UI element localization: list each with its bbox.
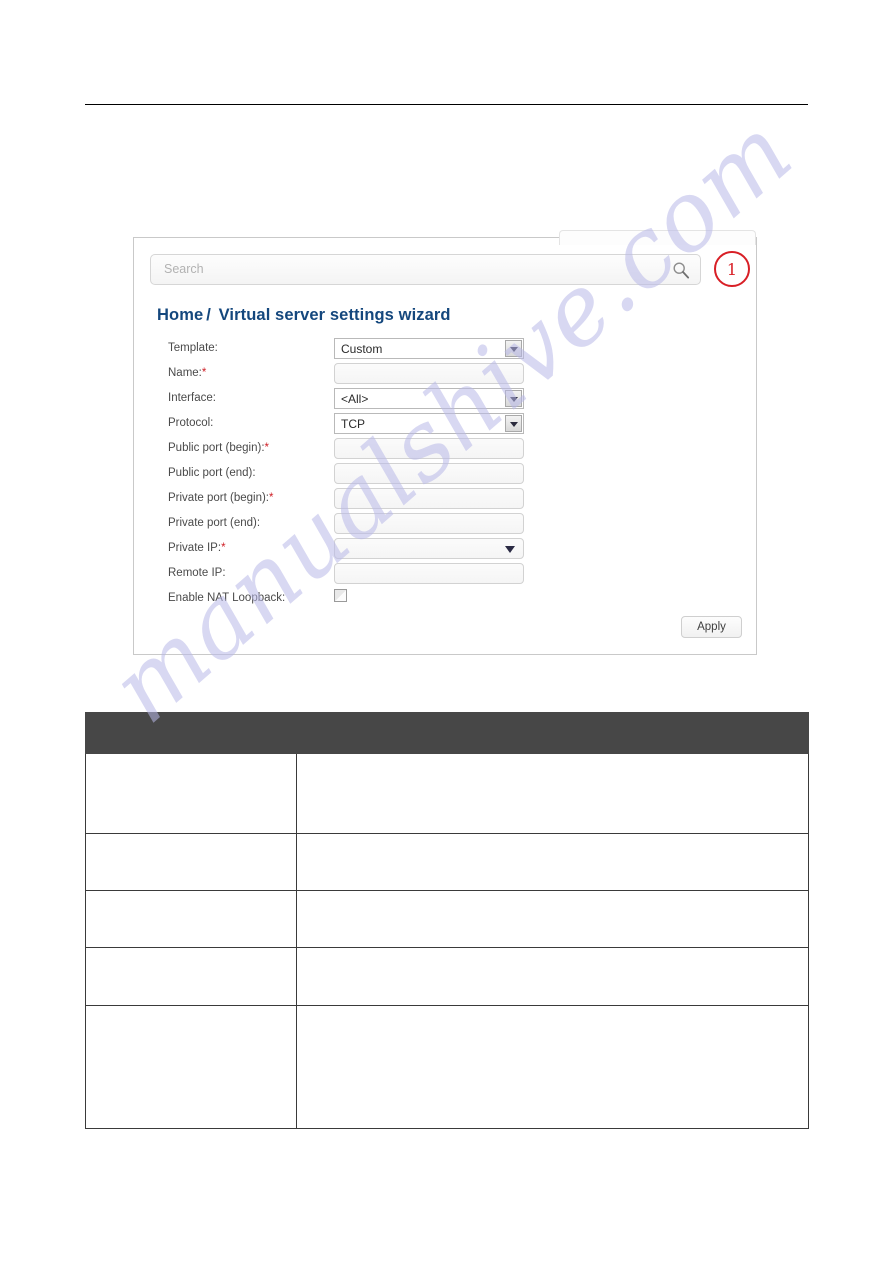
table-row: [85, 753, 809, 834]
partial-tab-above-search: [559, 230, 756, 245]
label-remote-ip: Remote IP:: [168, 567, 226, 579]
label-enable-nat-loopback: Enable NAT Loopback:: [168, 592, 286, 604]
protocol-select[interactable]: TCP: [334, 413, 524, 434]
table-cell-desc: [296, 890, 809, 948]
search-icon[interactable]: [672, 261, 690, 279]
apply-button[interactable]: Apply: [681, 616, 742, 638]
page-header-rule: [85, 104, 808, 105]
enable-nat-loopback-checkbox[interactable]: [334, 589, 347, 602]
form-row-remote-ip: Remote IP:: [134, 563, 756, 588]
name-input[interactable]: [334, 363, 524, 384]
public-port-end-input[interactable]: [334, 463, 524, 484]
table-row: [85, 1005, 809, 1129]
chevron-down-icon[interactable]: [505, 340, 522, 357]
required-asterisk: *: [269, 492, 274, 504]
protocol-select-value: TCP: [341, 417, 365, 431]
form-row-interface: Interface: <All>: [134, 388, 756, 413]
label-template: Template:: [168, 342, 218, 354]
form-row-template: Template: Custom: [134, 338, 756, 363]
search-placeholder: Search: [164, 262, 204, 276]
form-row-protocol: Protocol: TCP: [134, 413, 756, 438]
form-row-name: Name:*: [134, 363, 756, 388]
form-row-public-port-end: Public port (end):: [134, 463, 756, 488]
form-row-private-port-begin: Private port (begin):*: [134, 488, 756, 513]
table-header-cell-0: [85, 712, 297, 754]
interface-select-value: <All>: [341, 392, 369, 406]
label-public-port-begin: Public port (begin):*: [168, 442, 270, 454]
breadcrumb-root[interactable]: Home: [157, 306, 203, 324]
label-interface: Interface:: [168, 392, 216, 404]
table-cell-param: [85, 890, 297, 948]
table-cell-param: [85, 833, 297, 891]
table-header-row: [85, 712, 809, 754]
required-asterisk: *: [201, 367, 207, 379]
label-public-port-end: Public port (end):: [168, 467, 256, 479]
form-row-nat-loopback: Enable NAT Loopback:: [134, 588, 756, 613]
template-select-value: Custom: [341, 342, 383, 356]
label-private-port-end: Private port (end):: [168, 517, 261, 529]
table-row: [85, 890, 809, 948]
label-private-port-begin: Private port (begin):*: [168, 492, 274, 504]
template-select[interactable]: Custom: [334, 338, 524, 359]
breadcrumb: Home / Virtual server settings wizard: [157, 306, 451, 325]
search-input[interactable]: Search: [150, 254, 701, 285]
label-private-ip: Private IP:*: [168, 542, 226, 554]
breadcrumb-separator: /: [206, 306, 211, 324]
table-row: [85, 947, 809, 1006]
table-cell-param: [85, 947, 297, 1006]
router-ui-screenshot: Search 1 Home / Virtual server settings w…: [133, 230, 757, 655]
table-row: [85, 833, 809, 891]
parameter-description-table: [85, 712, 809, 1129]
label-name: Name:*: [168, 367, 207, 379]
form-row-private-ip: Private IP:*: [134, 538, 756, 563]
interface-select[interactable]: <All>: [334, 388, 524, 409]
breadcrumb-current: Virtual server settings wizard: [218, 306, 451, 324]
remote-ip-input[interactable]: [334, 563, 524, 584]
label-protocol: Protocol:: [168, 417, 214, 429]
table-cell-desc: [296, 947, 809, 1006]
private-ip-combobox[interactable]: [334, 538, 524, 559]
public-port-begin-input[interactable]: [334, 438, 524, 459]
table-cell-param: [85, 753, 297, 834]
form-row-private-port-end: Private port (end):: [134, 513, 756, 538]
required-asterisk: *: [264, 442, 270, 454]
chevron-down-icon[interactable]: [505, 390, 522, 407]
table-header-cell-1: [296, 712, 809, 754]
table-cell-desc: [296, 1005, 809, 1129]
chevron-down-icon[interactable]: [505, 546, 515, 553]
form-row-public-port-begin: Public port (begin):*: [134, 438, 756, 463]
table-cell-desc: [296, 833, 809, 891]
required-asterisk: *: [221, 542, 226, 554]
table-cell-param: [85, 1005, 297, 1129]
table-cell-desc: [296, 753, 809, 834]
chevron-down-icon[interactable]: [505, 415, 522, 432]
private-port-end-input[interactable]: [334, 513, 524, 534]
annotation-marker-1: 1: [714, 251, 750, 287]
private-port-begin-input[interactable]: [334, 488, 524, 509]
